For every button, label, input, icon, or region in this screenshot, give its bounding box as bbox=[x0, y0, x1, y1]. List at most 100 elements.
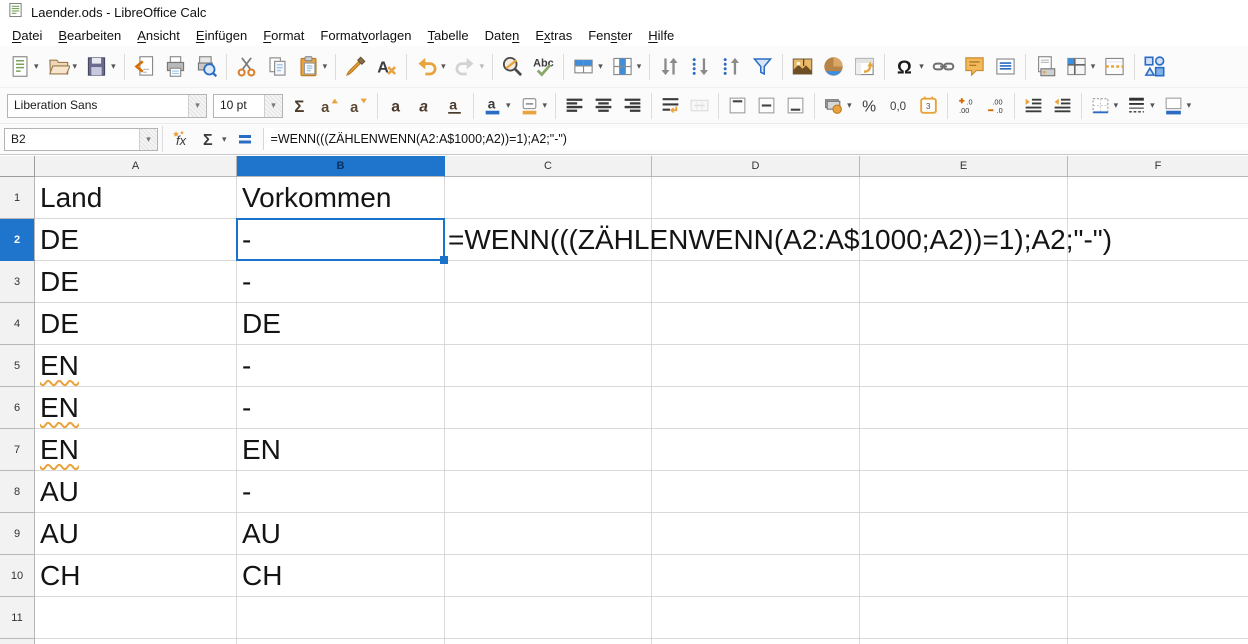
cell-E4[interactable] bbox=[860, 303, 1068, 345]
row-header-10[interactable]: 10 bbox=[0, 555, 35, 597]
column-header-D[interactable]: D bbox=[652, 156, 860, 177]
column-header-F[interactable]: F bbox=[1068, 156, 1248, 177]
cell-A7[interactable]: EN bbox=[35, 429, 237, 471]
cell-F1[interactable] bbox=[1068, 177, 1248, 219]
menu-item-tabelle[interactable]: Tabelle bbox=[419, 26, 476, 45]
row-header-11[interactable]: 11 bbox=[0, 597, 35, 639]
cell-B9[interactable]: AU bbox=[237, 513, 445, 555]
cell-F8[interactable] bbox=[1068, 471, 1248, 513]
cell-empty[interactable] bbox=[237, 639, 445, 644]
cell-E8[interactable] bbox=[860, 471, 1068, 513]
insert-pivot-table-button[interactable] bbox=[850, 53, 879, 80]
cell-D10[interactable] bbox=[652, 555, 860, 597]
cell-empty[interactable] bbox=[445, 639, 652, 644]
split-window-button[interactable] bbox=[1100, 53, 1129, 80]
menu-item-formatvorlagen[interactable]: Formatvorlagen bbox=[312, 26, 419, 45]
align-right-button[interactable] bbox=[619, 93, 646, 118]
export-pdf-button[interactable] bbox=[130, 53, 159, 80]
highlighting-color-button[interactable]: ▾ bbox=[516, 93, 551, 118]
cell-B3[interactable]: - bbox=[237, 261, 445, 303]
increase-indent-button[interactable] bbox=[1020, 93, 1047, 118]
bold-button[interactable]: a bbox=[383, 93, 410, 118]
cell-D2[interactable] bbox=[652, 219, 860, 261]
underline-button[interactable]: a bbox=[441, 93, 468, 118]
cell-B5[interactable]: - bbox=[237, 345, 445, 387]
cell-E3[interactable] bbox=[860, 261, 1068, 303]
delete-decimal-place-button[interactable]: .00.0 bbox=[982, 93, 1009, 118]
cell-E11[interactable] bbox=[860, 597, 1068, 639]
column-header-B[interactable]: B bbox=[237, 156, 445, 177]
find-replace-button[interactable] bbox=[498, 53, 527, 80]
cell-A4[interactable]: DE bbox=[35, 303, 237, 345]
cell-C7[interactable] bbox=[445, 429, 652, 471]
cell-F7[interactable] bbox=[1068, 429, 1248, 471]
cell-C1[interactable] bbox=[445, 177, 652, 219]
freeze-rows-and-columns-button[interactable]: ▾ bbox=[1062, 53, 1099, 80]
sort-button[interactable] bbox=[655, 53, 684, 80]
cell-E2[interactable] bbox=[860, 219, 1068, 261]
paste-button[interactable]: ▾ bbox=[294, 53, 331, 80]
cell-D7[interactable] bbox=[652, 429, 860, 471]
format-as-number-button[interactable]: 0,0 bbox=[886, 93, 913, 118]
menu-item-ansicht[interactable]: Ansicht bbox=[129, 26, 188, 45]
cut-button[interactable] bbox=[232, 53, 261, 80]
cell-F3[interactable] bbox=[1068, 261, 1248, 303]
align-center-button[interactable] bbox=[590, 93, 617, 118]
print-preview-button[interactable] bbox=[192, 53, 221, 80]
name-box[interactable]: B2 ▾ bbox=[4, 128, 158, 151]
cell-B2[interactable]: - bbox=[237, 219, 445, 261]
row-header-8[interactable]: 8 bbox=[0, 471, 35, 513]
cell-E10[interactable] bbox=[860, 555, 1068, 597]
cell-C4[interactable] bbox=[445, 303, 652, 345]
open-button[interactable]: ▾ bbox=[44, 53, 81, 80]
cell-B10[interactable]: CH bbox=[237, 555, 445, 597]
row-header-9[interactable]: 9 bbox=[0, 513, 35, 555]
cell-A2[interactable]: DE bbox=[35, 219, 237, 261]
font-name-dropdown-icon[interactable]: ▾ bbox=[188, 95, 206, 117]
cell-empty[interactable] bbox=[652, 639, 860, 644]
menu-item-hilfe[interactable]: Hilfe bbox=[640, 26, 682, 45]
insert-chart-button[interactable] bbox=[819, 53, 848, 80]
menu-item-format[interactable]: Format bbox=[255, 26, 312, 45]
spelling-button[interactable]: Abc bbox=[529, 53, 558, 80]
cell-E6[interactable] bbox=[860, 387, 1068, 429]
insert-column-button[interactable]: ▾ bbox=[608, 53, 645, 80]
sum-button[interactable]: Σ bbox=[287, 93, 314, 118]
cell-C11[interactable] bbox=[445, 597, 652, 639]
font-name-combo[interactable]: Liberation Sans▾ bbox=[7, 94, 207, 118]
row-header-2[interactable]: 2 bbox=[0, 219, 35, 261]
cell-F11[interactable] bbox=[1068, 597, 1248, 639]
cell-D8[interactable] bbox=[652, 471, 860, 513]
copy-button[interactable] bbox=[263, 53, 292, 80]
cell-empty[interactable] bbox=[1068, 639, 1248, 644]
cell-F2[interactable] bbox=[1068, 219, 1248, 261]
insert-image-button[interactable] bbox=[788, 53, 817, 80]
save-button[interactable]: ▾ bbox=[82, 53, 119, 80]
cell-A8[interactable]: AU bbox=[35, 471, 237, 513]
add-decimal-place-button[interactable]: .0.00 bbox=[953, 93, 980, 118]
cell-B6[interactable]: - bbox=[237, 387, 445, 429]
border-style-button[interactable]: ▾ bbox=[1123, 93, 1158, 118]
column-header-E[interactable]: E bbox=[860, 156, 1068, 177]
cell-empty[interactable] bbox=[35, 639, 237, 644]
cell-F4[interactable] bbox=[1068, 303, 1248, 345]
row-header-4[interactable]: 4 bbox=[0, 303, 35, 345]
center-vertically-button[interactable] bbox=[753, 93, 780, 118]
row-header-7[interactable]: 7 bbox=[0, 429, 35, 471]
insert-special-character-button[interactable]: Ω▾ bbox=[890, 53, 927, 80]
cell-A5[interactable]: EN bbox=[35, 345, 237, 387]
cell-C8[interactable] bbox=[445, 471, 652, 513]
cell-E5[interactable] bbox=[860, 345, 1068, 387]
cell-A9[interactable]: AU bbox=[35, 513, 237, 555]
cell-D11[interactable] bbox=[652, 597, 860, 639]
insert-hyperlink-button[interactable] bbox=[929, 53, 958, 80]
cell-D5[interactable] bbox=[652, 345, 860, 387]
cell-D9[interactable] bbox=[652, 513, 860, 555]
decrease-font-size-button[interactable]: a bbox=[345, 93, 372, 118]
insert-comment-button[interactable] bbox=[960, 53, 989, 80]
wrap-text-button[interactable] bbox=[657, 93, 684, 118]
cell-C9[interactable] bbox=[445, 513, 652, 555]
print-button[interactable] bbox=[161, 53, 190, 80]
cell-D1[interactable] bbox=[652, 177, 860, 219]
menu-item-fenster[interactable]: Fenster bbox=[580, 26, 640, 45]
